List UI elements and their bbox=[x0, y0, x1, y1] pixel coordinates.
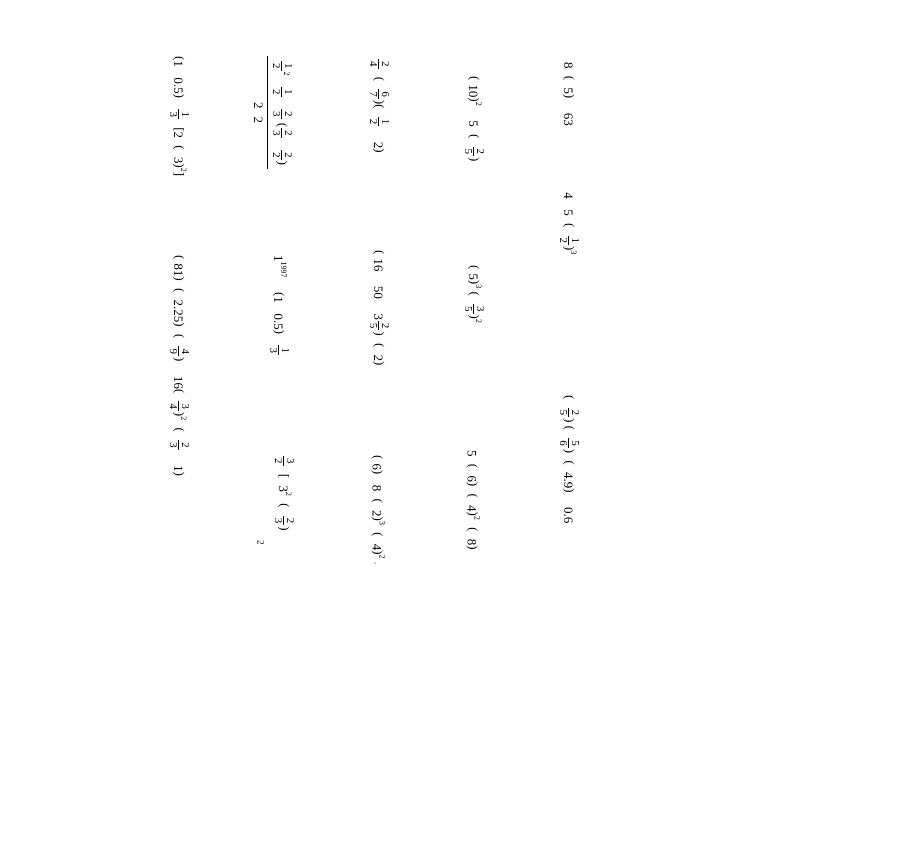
right-column: ( 25) ( 56) ( 4.9) 0.6 (5)3 ( 35)2 5 ( 6… bbox=[0, 325, 650, 650]
t: 5 bbox=[561, 87, 576, 94]
frac: 2 5 bbox=[462, 147, 485, 157]
bigfrac: 122 12 23 (23 22) 22 bbox=[250, 56, 295, 169]
frac: 6 7 bbox=[367, 89, 390, 99]
t: 63 bbox=[561, 113, 576, 126]
frac: 1 2 bbox=[367, 117, 390, 127]
frac: 2 4 bbox=[367, 59, 390, 69]
t: 8 bbox=[561, 62, 576, 69]
rotated-page: 8 ( 5) 63 4 5 ( 1 2 )3 (10)2 5 ( 2 5 ) bbox=[0, 0, 650, 650]
frac: 1 2 bbox=[557, 236, 580, 246]
left-column: 8 ( 5) 63 4 5 ( 1 2 )3 (10)2 5 ( 2 5 ) bbox=[0, 0, 650, 325]
expr-r1-right: ( 25) ( 56) ( 4.9) 0.6 bbox=[557, 395, 580, 720]
expr-r3-right: (6) 8 ( 2)3 ( 4)2 . bbox=[370, 455, 385, 780]
frac: 1 3 bbox=[167, 109, 190, 119]
t: 5 bbox=[561, 209, 576, 216]
expr-r4-right: 32 [ 32 ( 23) bbox=[272, 455, 295, 780]
expr-r5-mid: (81) ( 2.25) ( 49) 16( 34)2 ( 23 1) bbox=[167, 255, 190, 580]
expr-r4-right-foot: 2 bbox=[256, 540, 265, 865]
expr-r2-right: 5 ( 6) ( 4)2 ( 8) bbox=[465, 450, 480, 775]
t: 4 bbox=[561, 192, 576, 199]
